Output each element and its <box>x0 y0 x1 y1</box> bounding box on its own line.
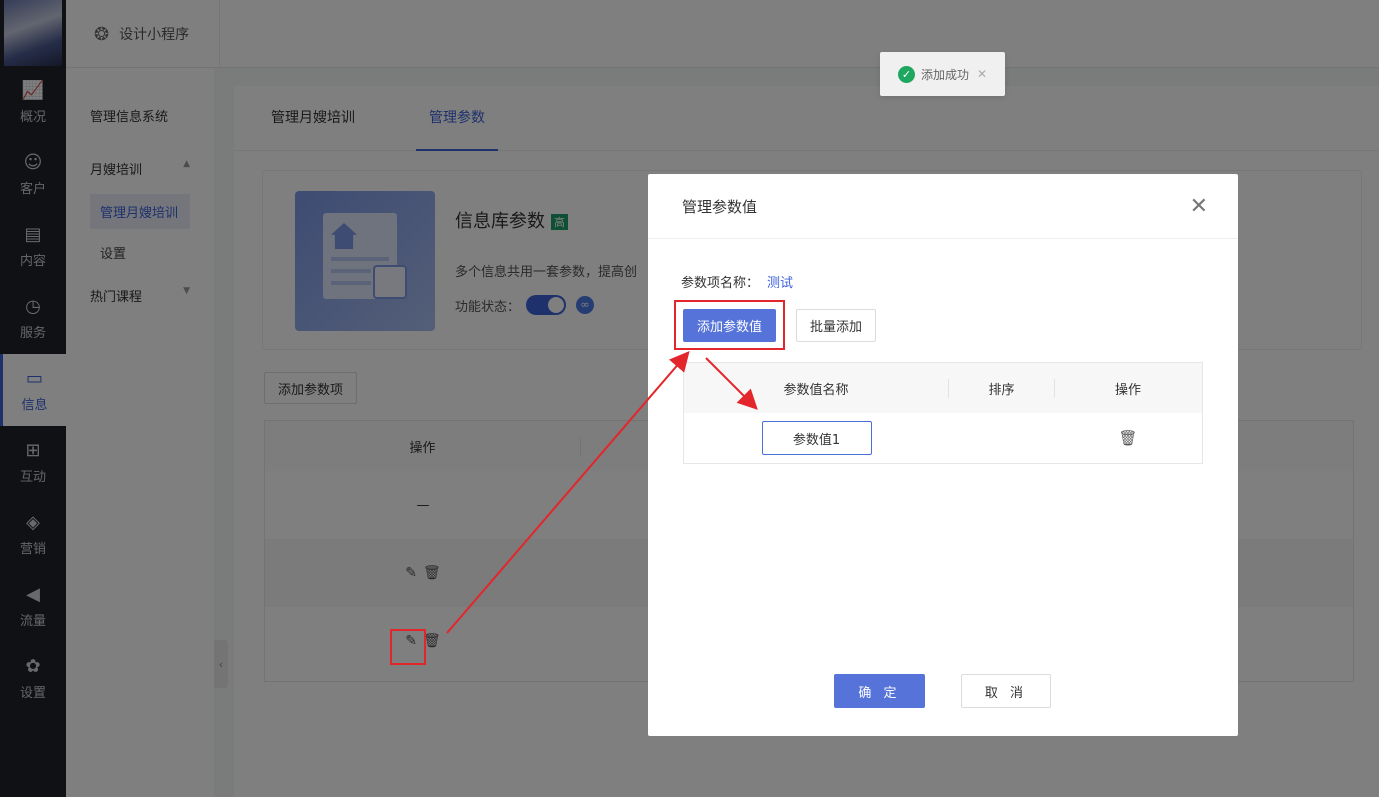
batch-add-button[interactable]: 批量添加 <box>796 309 876 342</box>
annotation-box-edit <box>390 629 426 665</box>
field-label: 参数项名称： <box>681 276 760 291</box>
modal-title: 管理参数值 <box>682 197 758 216</box>
field-value: 测试 <box>767 276 794 291</box>
close-icon[interactable]: ✕ <box>1190 194 1208 219</box>
manage-values-modal: 管理参数值 ✕ 参数项名称： 测试 添加参数值 批量添加 参数值名称 排序 操作 … <box>648 174 1238 736</box>
modal-header: 管理参数值 ✕ <box>648 174 1238 239</box>
column-header-op: 操作 <box>1114 382 1141 398</box>
trash-icon[interactable]: 🗑 <box>1055 429 1201 447</box>
add-value-button[interactable]: 添加参数值 <box>683 309 776 342</box>
check-circle-icon: ✓ <box>898 65 915 83</box>
value-name-input[interactable] <box>761 421 872 455</box>
table-row: 🗑 <box>684 413 1202 463</box>
column-header-name: 参数值名称 <box>684 378 949 398</box>
cancel-button[interactable]: 取 消 <box>961 674 1051 708</box>
close-icon[interactable]: ✕ <box>977 67 987 81</box>
confirm-button[interactable]: 确 定 <box>834 674 925 708</box>
table-header: 参数值名称 排序 操作 <box>684 363 1202 413</box>
values-table: 参数值名称 排序 操作 🗑 <box>683 362 1203 464</box>
toast-text: 添加成功 <box>921 67 970 82</box>
value-name-cell <box>684 421 949 455</box>
success-toast: ✓ 添加成功 ✕ <box>880 52 1005 96</box>
param-name-field: 参数项名称： 测试 <box>681 272 793 291</box>
column-header-sort: 排序 <box>949 378 1055 398</box>
